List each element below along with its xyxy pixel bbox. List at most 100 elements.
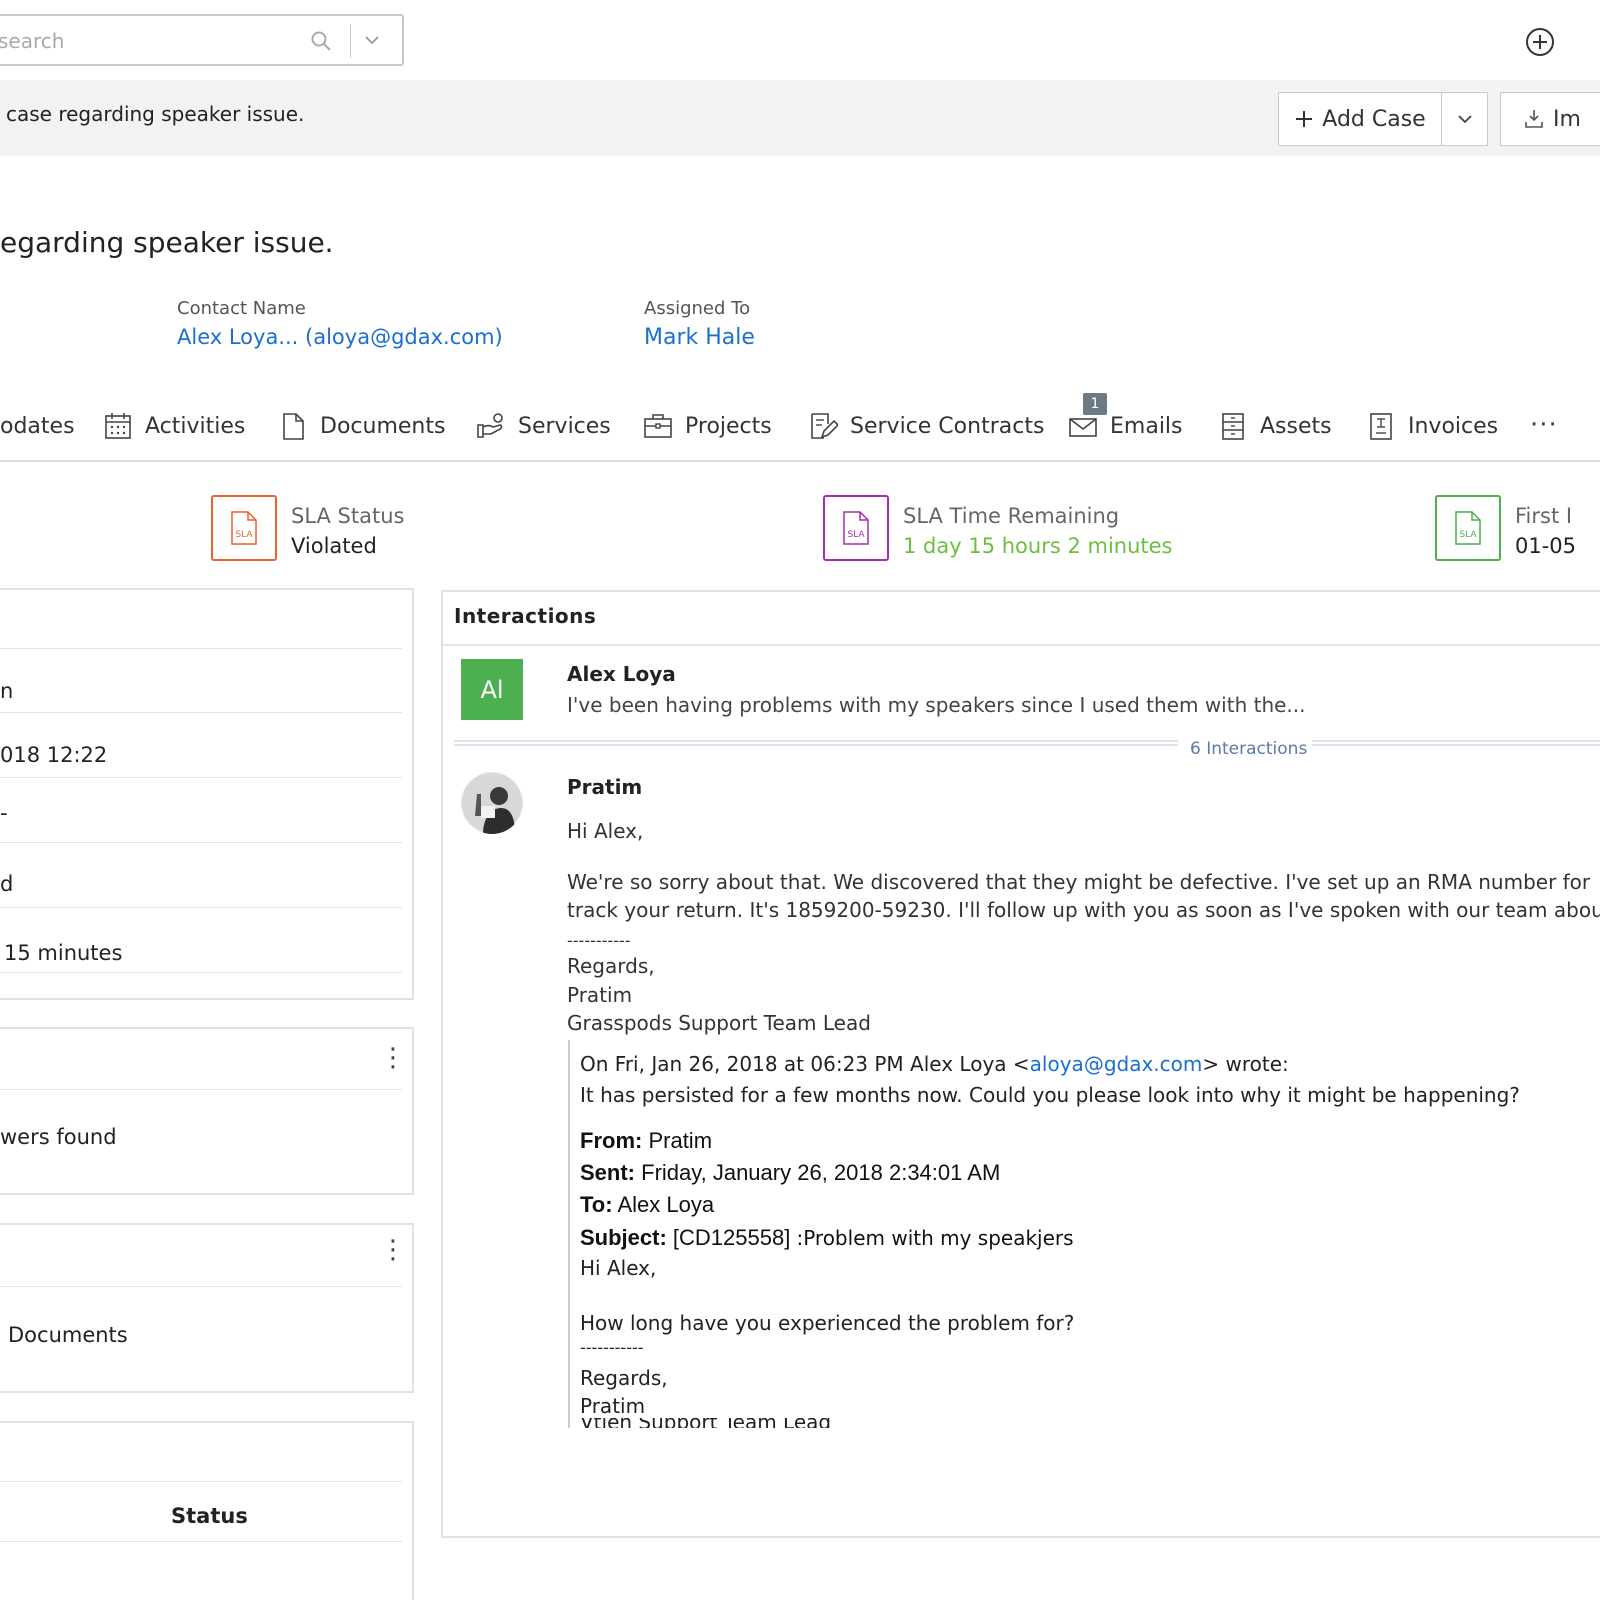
tab-label: Services — [518, 413, 611, 439]
signature-role: Grasspods Support Team Lead — [567, 1011, 871, 1035]
quoted-sent: Sent: Friday, January 26, 2018 2:34:01 A… — [580, 1160, 1001, 1185]
search-input[interactable] — [0, 26, 298, 56]
invoice-icon — [1370, 413, 1392, 440]
plus-icon — [1296, 111, 1313, 127]
search-divider — [350, 24, 351, 58]
more-tabs-button[interactable]: ··· — [1530, 410, 1558, 440]
sla-time-remaining-icon: SLA — [823, 495, 889, 561]
chevron-down-icon — [1457, 115, 1472, 124]
quoted-header: On Fri, Jan 26, 2018 at 06:23 PM Alex Lo… — [580, 1052, 1289, 1076]
contract-icon — [811, 413, 838, 439]
quoted-name: Pratim — [580, 1394, 646, 1418]
search-box[interactable] — [0, 14, 404, 66]
document-icon — [283, 413, 304, 440]
sender-name: Alex Loya — [567, 662, 676, 686]
quoted-subject: Subject: [CD125558] :Problem with my spe… — [580, 1225, 1074, 1250]
case-details-card — [0, 588, 414, 1000]
detail-value: 018 12:22 — [0, 743, 108, 767]
tabs-divider — [0, 460, 1600, 462]
briefcase-icon — [644, 414, 672, 438]
chevron-down-icon[interactable] — [363, 31, 381, 49]
interactions-title: Interactions — [454, 604, 597, 628]
tab-activities[interactable]: Activities — [103, 406, 245, 446]
sla-first-response-value: 01-05 — [1515, 534, 1577, 558]
email-greeting: Hi Alex, — [567, 819, 644, 843]
tab-projects[interactable]: Projects — [643, 406, 772, 446]
quoted-separator: ----------- — [580, 1338, 644, 1357]
case-subject: egarding speaker issue. — [0, 226, 334, 259]
contact-name-label: Contact Name — [177, 298, 306, 319]
sla-icon-text: SLA — [1459, 530, 1477, 540]
tab-service-contracts[interactable]: Service Contracts — [808, 406, 1044, 446]
detail-value: d — [0, 872, 14, 896]
contact-name-link[interactable]: Alex Loya... (aloya@gdax.com) — [177, 325, 503, 349]
more-options-icon[interactable]: ⋮ — [380, 1043, 406, 1073]
add-case-button[interactable]: Add Case — [1278, 92, 1442, 146]
quote-bar — [568, 1040, 570, 1428]
sla-icon-text: SLA — [847, 530, 865, 540]
quoted-email-link[interactable]: aloya@gdax.com — [1030, 1052, 1203, 1076]
detail-value: n — [0, 679, 14, 703]
tab-label: Documents — [320, 413, 446, 439]
tab-emails[interactable]: Emails — [1068, 406, 1183, 446]
suggested-answers-card — [0, 1027, 414, 1195]
sla-first-response-icon: SLA — [1435, 495, 1501, 561]
add-case-dropdown[interactable] — [1441, 92, 1488, 146]
quoted-question: How long have you experienced the proble… — [580, 1311, 1075, 1335]
quoted-line: It has persisted for a few months now. C… — [580, 1083, 1520, 1107]
assigned-to-label: Assigned To — [644, 298, 751, 319]
sla-time-remaining-value: 1 day 15 hours 2 minutes — [903, 534, 1173, 558]
sender-name: Pratim — [567, 775, 643, 799]
signature-regards: Regards, — [567, 954, 655, 978]
add-case-label: Add Case — [1322, 106, 1426, 132]
search-icon[interactable] — [310, 30, 332, 52]
sla-status-icon: SLA — [211, 495, 277, 561]
tab-label: Activities — [145, 413, 246, 439]
quoted-role: Vtien Support Team Lead — [580, 1418, 831, 1428]
tab-label: Invoices — [1408, 413, 1499, 439]
assigned-to-link[interactable]: Mark Hale — [644, 325, 755, 350]
tab-label: Assets — [1260, 413, 1332, 439]
import-button[interactable]: Im — [1500, 92, 1600, 146]
quoted-suffix: > wrote: — [1202, 1052, 1289, 1076]
avatar: Al — [461, 659, 523, 720]
no-answers-text: wers found — [0, 1125, 117, 1149]
documents-card — [0, 1223, 414, 1393]
quoted-greeting: Hi Alex, — [580, 1256, 657, 1280]
avatar — [461, 772, 523, 834]
email-body-line: We're so sorry about that. We discovered… — [567, 870, 1591, 894]
quoted-to: To: Alex Loya — [580, 1192, 715, 1217]
sla-status-value: Violated — [291, 534, 377, 558]
interactions-count[interactable]: 6 Interactions — [1190, 739, 1307, 759]
import-label: Im — [1553, 106, 1581, 132]
tab-documents[interactable]: Documents — [278, 406, 445, 446]
tab-updates[interactable]: odates — [0, 406, 75, 446]
sla-first-response-title: First I — [1515, 504, 1573, 528]
thread-separator — [454, 740, 1178, 746]
signature-name: Pratim — [567, 983, 633, 1007]
tab-invoices[interactable]: Invoices — [1366, 406, 1498, 446]
assets-icon — [1222, 413, 1244, 440]
calendar-icon — [105, 413, 131, 439]
import-icon — [1525, 110, 1543, 128]
message-snippet[interactable]: I've been having problems with my speake… — [567, 693, 1306, 717]
detail-value: 15 minutes — [4, 941, 123, 965]
documents-text: Documents — [8, 1323, 128, 1347]
quoted-prefix: On Fri, Jan 26, 2018 at 06:23 PM Alex Lo… — [580, 1052, 1030, 1076]
envelope-icon — [1069, 418, 1097, 437]
tab-label: Service Contracts — [850, 413, 1045, 439]
add-circle-icon[interactable] — [1524, 26, 1556, 58]
quoted-from: From: Pratim — [580, 1128, 713, 1153]
sla-icon-text: SLA — [235, 530, 253, 540]
tab-assets[interactable]: Assets — [1218, 406, 1332, 446]
thread-separator — [1312, 740, 1600, 746]
status-column-header: Status — [171, 1504, 248, 1528]
signature-separator: ----------- — [567, 931, 631, 950]
quoted-role-clipped: Vtien Support Team Lead — [580, 1418, 831, 1428]
detail-value: - — [0, 801, 8, 825]
more-options-icon[interactable]: ⋮ — [380, 1235, 406, 1265]
tab-label: odates — [0, 413, 75, 439]
sla-time-remaining-title: SLA Time Remaining — [903, 504, 1120, 528]
tab-services[interactable]: Services — [476, 406, 611, 446]
email-body-line: track your return. It's 1859200-59230. I… — [567, 898, 1600, 922]
